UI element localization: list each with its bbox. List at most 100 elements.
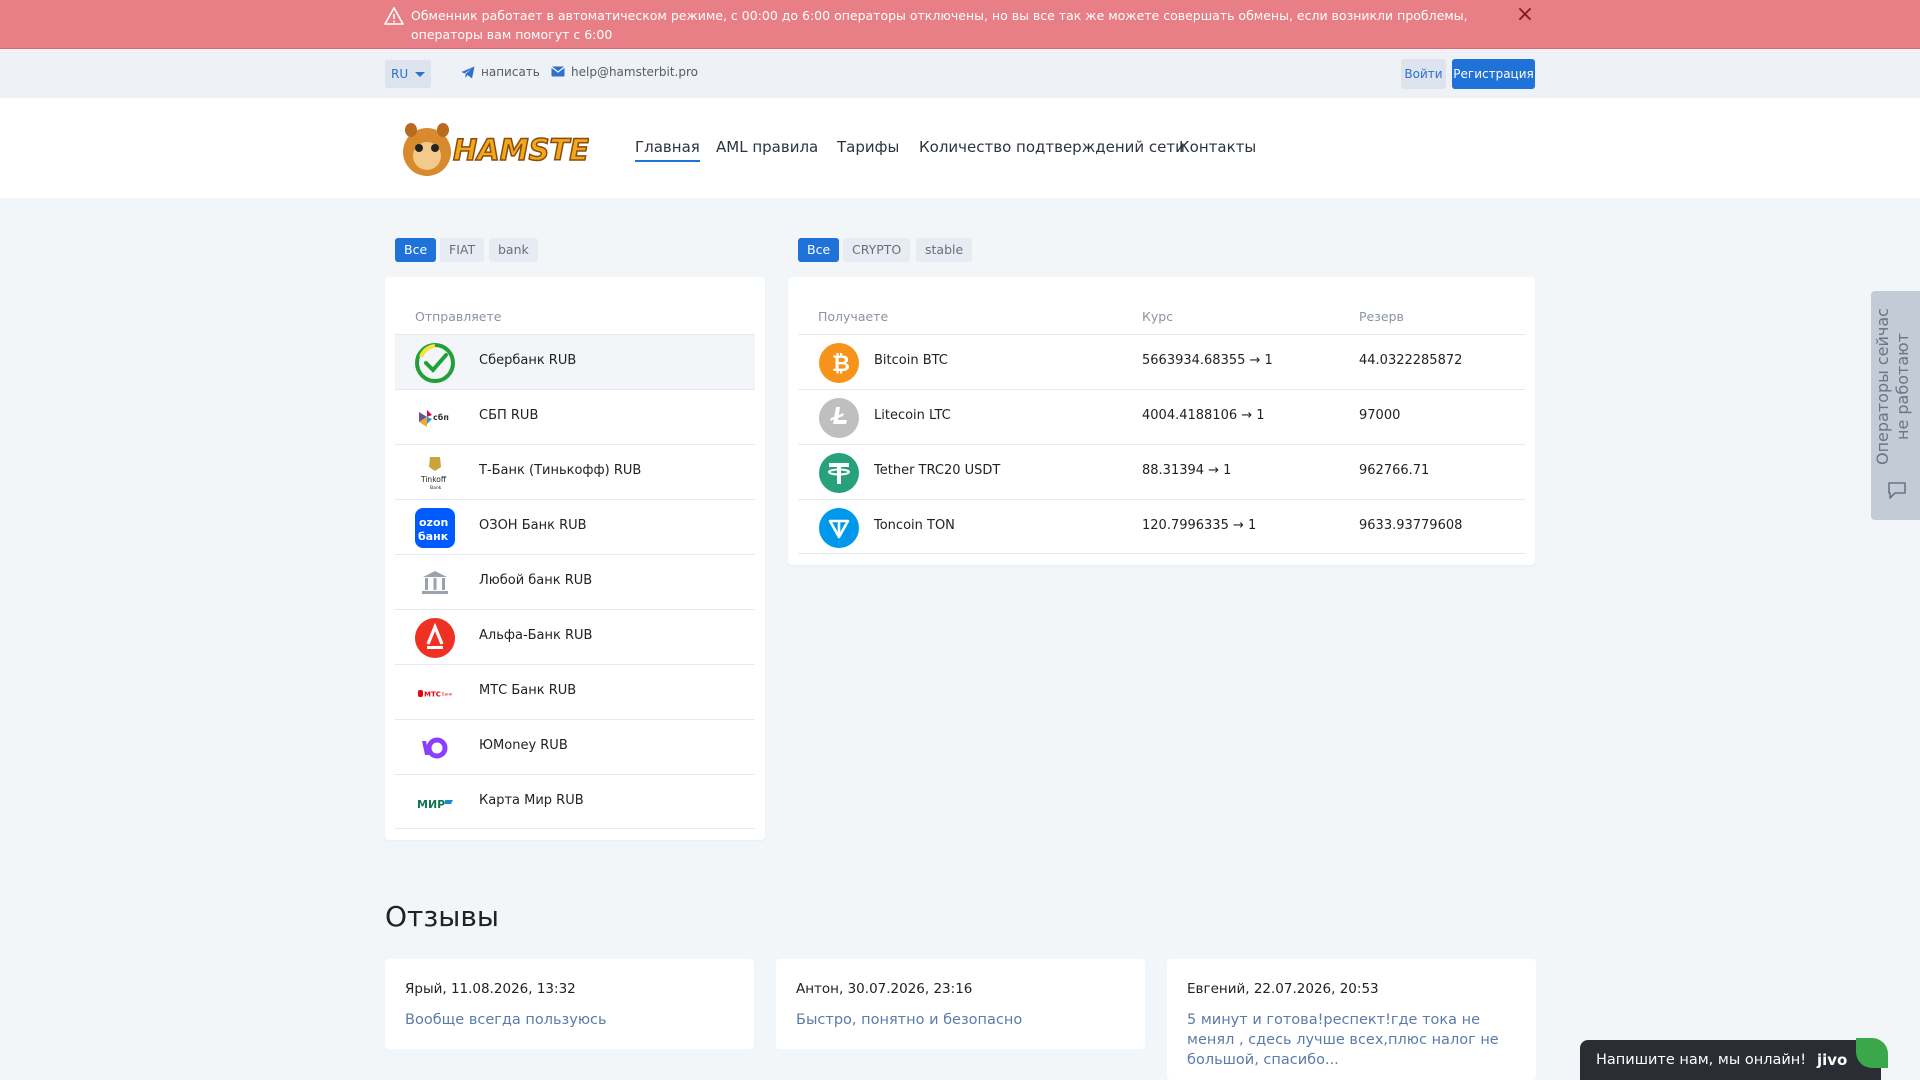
send-item-tinkoff[interactable]: Tinkoff Bank Т-Банк (Тинькофф) RUB	[395, 444, 755, 499]
bank-building-icon	[422, 571, 448, 594]
chevron-down-icon	[415, 72, 425, 77]
svg-text:Tinkoff: Tinkoff	[420, 475, 447, 484]
receive-item-ton[interactable]: Toncoin TON 120.7996335 → 1 9633.9377960…	[798, 499, 1525, 554]
close-icon[interactable]: ×	[1514, 4, 1536, 26]
live-chat-widget[interactable]: Напишите нам, мы онлайн! jivo	[1580, 1038, 1888, 1080]
send-item-label: Карта Мир RUB	[479, 793, 584, 808]
send-item-label: Т-Банк (Тинькофф) RUB	[479, 463, 642, 478]
reserve-value: 962766.71	[1359, 463, 1430, 478]
reserve-value: 9633.93779608	[1359, 518, 1463, 533]
telegram-icon	[461, 66, 475, 79]
receive-item-btc[interactable]: ₿ Bitcoin BTC 5663934.68355 → 1 44.03222…	[798, 334, 1525, 389]
review-text: Быстро, понятно и безопасно	[796, 1012, 1023, 1028]
rate-value: 120.7996335 → 1	[1142, 518, 1257, 533]
send-filter-fiat[interactable]: FIAT	[440, 238, 485, 262]
litecoin-icon	[819, 398, 859, 438]
language-select[interactable]: RU	[385, 60, 431, 88]
mts-bank-icon: МТС Банк	[418, 690, 453, 699]
send-item-alfa[interactable]: Альфа-Банк RUB	[395, 609, 755, 664]
receive-filter-all[interactable]: Все	[798, 238, 840, 262]
top-bar: RU написать help@hamsterbit.pro Войти Ре…	[0, 49, 1920, 98]
receive-filter-crypto[interactable]: CRYPTO	[843, 238, 911, 262]
ozon-bank-icon: ozon банк	[415, 508, 455, 548]
svg-text:МТС: МТС	[424, 691, 441, 699]
send-item-label: МТС Банк RUB	[479, 683, 577, 698]
send-item-label: СБП RUB	[479, 408, 539, 423]
chat-label: Напишите нам, мы онлайн!	[1596, 1052, 1807, 1068]
reserve-value: 44.0322285872	[1359, 353, 1463, 368]
review-card: Ярый, 11.08.2026, 13:32 Вообще всегда по…	[385, 959, 754, 1049]
svg-text:Банк: Банк	[442, 692, 453, 697]
site-header: HAMSTERBIT Главная AML правила Тарифы Ко…	[0, 98, 1920, 198]
review-card: Евгений, 22.07.2026, 20:53 5 минут и гот…	[1167, 959, 1536, 1080]
svg-text:ozon: ozon	[419, 516, 448, 529]
email-link[interactable]: help@hamsterbit.pro	[551, 65, 698, 79]
alert-text: Обменник работает в автоматическом режим…	[411, 8, 1468, 42]
review-text: Вообще всегда пользуюсь	[405, 1012, 607, 1028]
rate-value: 5663934.68355 → 1	[1142, 353, 1273, 368]
send-item-mts[interactable]: МТС Банк МТС Банк RUB	[395, 664, 755, 719]
receive-column-header: Получаете	[818, 309, 889, 324]
nav-aml[interactable]: AML правила	[716, 138, 818, 156]
yoomoney-icon	[422, 737, 448, 759]
send-item-mir[interactable]: МИР Карта Мир RUB	[395, 774, 755, 829]
svg-text:₿: ₿	[832, 352, 850, 377]
telegram-link[interactable]: написать	[461, 65, 540, 79]
review-card: Антон, 30.07.2026, 23:16 Быстро, понятно…	[776, 959, 1145, 1049]
mail-icon	[551, 66, 565, 77]
send-item-sbp[interactable]: сбп СБП RUB	[395, 389, 755, 444]
receive-item-label: Tether TRC20 USDT	[874, 463, 1001, 478]
toncoin-icon	[819, 508, 859, 548]
svg-text:МИР: МИР	[417, 798, 445, 811]
nav-contacts[interactable]: Контакты	[1179, 138, 1256, 156]
send-column-header: Отправляете	[415, 309, 502, 324]
send-item-yoomoney[interactable]: ЮMoney RUB	[395, 719, 755, 774]
rate-value: 88.31394 → 1	[1142, 463, 1232, 478]
svg-text:банк: банк	[418, 530, 449, 543]
sbp-icon: сбп	[419, 410, 449, 427]
language-value: RU	[391, 67, 409, 81]
review-author: Ярый, 11.08.2026, 13:32	[405, 981, 576, 997]
send-filter-all[interactable]: Все	[395, 238, 437, 262]
send-item-any-bank[interactable]: Любой банк RUB	[395, 554, 755, 609]
sberbank-icon	[415, 343, 455, 383]
login-button[interactable]: Войти	[1401, 59, 1446, 89]
reviews-title: Отзывы	[385, 900, 499, 933]
alfa-bank-icon	[415, 618, 455, 658]
register-button[interactable]: Регистрация	[1452, 59, 1535, 89]
bitcoin-icon: ₿	[819, 343, 859, 383]
receive-filter-stable[interactable]: stable	[916, 238, 973, 262]
chat-bubble-icon	[1888, 482, 1906, 499]
send-panel: Отправляете Сбербанк RUB сбп СБП RUB Tin…	[385, 277, 765, 840]
send-item-sberbank[interactable]: Сбербанк RUB	[395, 334, 755, 389]
nav-home[interactable]: Главная	[635, 138, 700, 162]
nav-tariffs[interactable]: Тарифы	[837, 138, 899, 156]
receive-item-label: Bitcoin BTC	[874, 353, 948, 368]
review-author: Антон, 30.07.2026, 23:16	[796, 981, 973, 997]
warning-icon	[384, 7, 404, 25]
send-item-ozon[interactable]: ozon банк ОЗОН Банк RUB	[395, 499, 755, 554]
svg-text:Bank: Bank	[430, 485, 442, 491]
rate-value: 4004.4188106 → 1	[1142, 408, 1265, 423]
receive-item-label: Toncoin TON	[874, 518, 955, 533]
receive-item-usdt[interactable]: Tether TRC20 USDT 88.31394 → 1 962766.71	[798, 444, 1525, 499]
review-text: 5 минут и готова!респект!где тока не мен…	[1187, 1012, 1499, 1068]
nav-confirmations[interactable]: Количество подтверждений сети	[919, 138, 1185, 156]
jivo-logo: jivo	[1817, 1051, 1848, 1069]
operators-offline-label: Операторы сейчас не работают	[1873, 308, 1912, 466]
send-filter-bank[interactable]: bank	[489, 238, 538, 262]
operators-offline-tab[interactable]: Операторы сейчас не работают	[1871, 291, 1920, 520]
hamsterbit-logo[interactable]: HAMSTERBIT	[397, 116, 589, 180]
review-author: Евгений, 22.07.2026, 20:53	[1187, 981, 1379, 997]
reserve-column-header: Резерв	[1359, 309, 1404, 324]
send-item-label: ОЗОН Банк RUB	[479, 518, 587, 533]
tinkoff-icon: Tinkoff Bank	[420, 457, 447, 491]
alert-banner: Обменник работает в автоматическом режим…	[0, 0, 1920, 49]
reserve-value: 97000	[1359, 408, 1401, 423]
send-item-label: Любой банк RUB	[479, 573, 593, 588]
receive-panel: Получаете Курс Резерв ₿ Bitcoin BTC 5663…	[788, 277, 1535, 565]
svg-text:сбп: сбп	[433, 412, 449, 422]
receive-item-ltc[interactable]: Litecoin LTC 4004.4188106 → 1 97000	[798, 389, 1525, 444]
send-item-label: ЮMoney RUB	[479, 738, 568, 753]
tether-icon	[819, 453, 859, 493]
